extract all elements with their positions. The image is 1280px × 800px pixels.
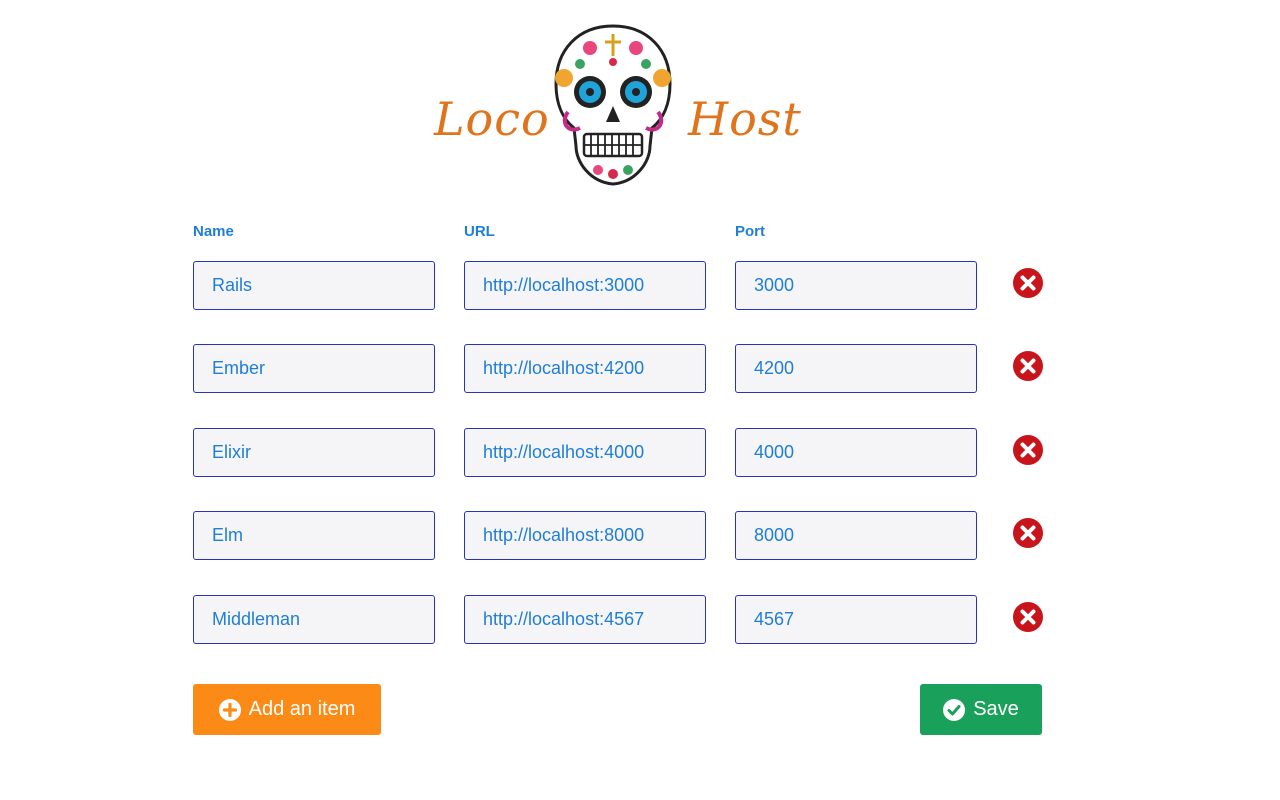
url-input[interactable] (464, 428, 706, 477)
sugar-skull-icon (554, 24, 672, 186)
remove-row-button[interactable] (1013, 602, 1043, 632)
name-input[interactable] (193, 428, 435, 477)
locohost-page: Loco Host Name URL Port Rails http://loc… (0, 0, 1280, 800)
add-item-button[interactable]: Add an item (193, 684, 381, 735)
times-circle-icon (1013, 435, 1043, 465)
save-label: Save (973, 698, 1019, 720)
name-input[interactable] (193, 344, 435, 393)
port-input[interactable] (735, 595, 977, 644)
check-circle-icon (943, 698, 966, 721)
add-item-label: Add an item (248, 698, 356, 720)
remove-row-button[interactable] (1013, 268, 1043, 298)
times-circle-icon (1013, 602, 1043, 632)
remove-row-button[interactable] (1013, 351, 1043, 381)
logo-word-host: Host (688, 92, 802, 146)
url-input[interactable] (464, 511, 706, 560)
host-row (0, 428, 1280, 478)
plus-circle-icon (218, 698, 241, 721)
logo: Loco Host (430, 22, 810, 188)
remove-row-button[interactable] (1013, 435, 1043, 465)
column-header-port: Port (735, 223, 765, 240)
host-row (0, 595, 1280, 645)
host-row (0, 261, 1280, 311)
times-circle-icon (1013, 351, 1043, 381)
times-circle-icon (1013, 518, 1043, 548)
column-header-name: Name (193, 223, 234, 240)
save-button[interactable]: Save (920, 684, 1042, 735)
name-input[interactable] (193, 261, 435, 310)
remove-row-button[interactable] (1013, 518, 1043, 548)
host-row (0, 511, 1280, 561)
host-row (0, 344, 1280, 394)
url-input[interactable] (464, 261, 706, 310)
port-input[interactable] (735, 344, 977, 393)
port-input[interactable] (735, 511, 977, 560)
name-input[interactable] (193, 511, 435, 560)
name-input[interactable] (193, 595, 435, 644)
times-circle-icon (1013, 268, 1043, 298)
port-input[interactable] (735, 261, 977, 310)
port-input[interactable] (735, 428, 977, 477)
url-input[interactable] (464, 595, 706, 644)
column-header-url: URL (464, 223, 495, 240)
logo-word-loco: Loco (434, 92, 550, 146)
url-input[interactable] (464, 344, 706, 393)
